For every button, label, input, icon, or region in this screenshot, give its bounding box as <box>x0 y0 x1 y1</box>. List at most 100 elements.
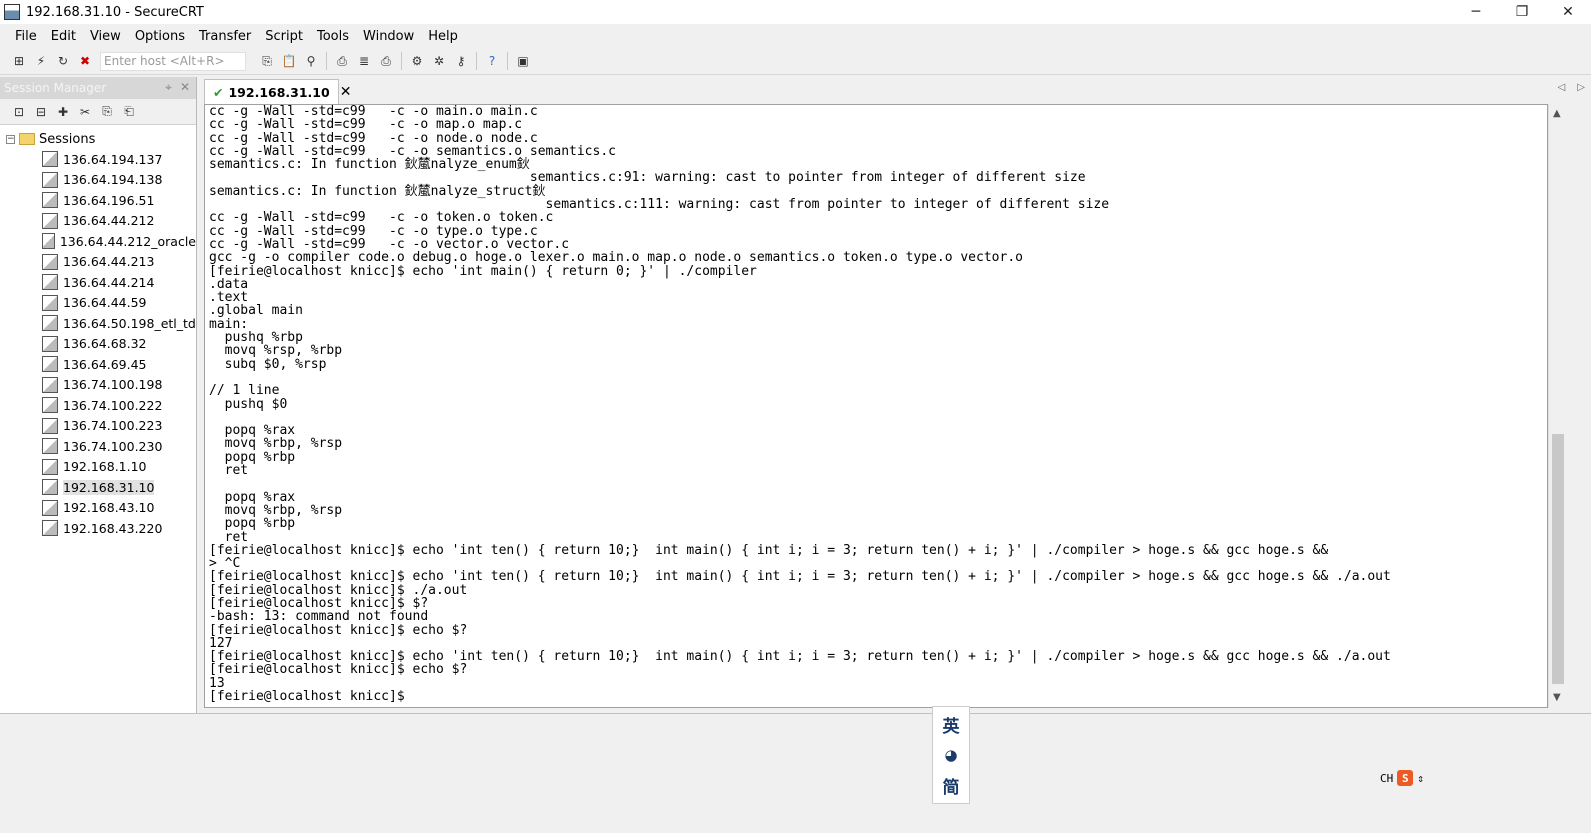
session-item[interactable]: 136.74.100.230 <box>0 436 196 457</box>
session-icon <box>42 294 58 311</box>
session-label: 136.74.100.222 <box>63 397 163 413</box>
ime-halfwidth-icon[interactable]: ◕ <box>944 746 957 764</box>
session-label: 136.64.196.51 <box>63 192 155 208</box>
terminal-line: pushq $0 <box>209 396 288 412</box>
connected-check-icon: ✔ <box>213 84 224 100</box>
copy-session-icon[interactable]: ⎘ <box>98 103 116 121</box>
close-tab-icon[interactable]: ✕ <box>340 84 352 100</box>
sessions-root-folder[interactable]: − Sessions <box>0 129 196 149</box>
terminal-line: .global main <box>209 303 303 319</box>
session-item[interactable]: 192.168.1.10 <box>0 457 196 478</box>
terminal-line: [feirie@localhost knicc]$ echo 'int ten(… <box>209 649 1391 665</box>
terminal-line: [feirie@localhost knicc]$ <box>209 689 413 705</box>
session-item[interactable]: 136.64.196.51 <box>0 190 196 211</box>
scroll-up-icon[interactable]: ▲ <box>1553 108 1561 119</box>
print-setup-icon[interactable]: ⎙ <box>377 52 395 70</box>
collapse-icon[interactable]: − <box>6 134 15 144</box>
securecrt-app-icon <box>4 4 20 20</box>
global-options-icon[interactable]: ✲ <box>430 52 448 70</box>
session-item[interactable]: 136.64.69.45 <box>0 354 196 375</box>
window-layout-icon[interactable]: ▣ <box>514 52 532 70</box>
session-item[interactable]: 136.64.194.138 <box>0 170 196 191</box>
menu-window[interactable]: Window <box>356 29 421 44</box>
connect-session-icon[interactable]: ⊡ <box>10 103 28 121</box>
session-item[interactable]: 136.64.68.32 <box>0 334 196 355</box>
scroll-down-icon[interactable]: ▼ <box>1553 692 1561 703</box>
tab-scroll-left-icon[interactable]: ◁ <box>1558 82 1566 93</box>
session-item[interactable]: 136.64.44.212 <box>0 211 196 232</box>
menu-help[interactable]: Help <box>421 29 465 44</box>
menu-file[interactable]: File <box>8 29 44 44</box>
session-item[interactable]: 136.64.50.198_etl_td <box>0 313 196 334</box>
sogou-ime-icon: S <box>1397 770 1414 786</box>
ime-english-mode-icon[interactable]: 英 <box>943 712 960 737</box>
close-window-button[interactable]: ✕ <box>1545 0 1591 24</box>
menu-options[interactable]: Options <box>128 29 192 44</box>
terminal-line: cc -g -Wall -std=c99 -c -o token.o token… <box>209 210 554 226</box>
session-item[interactable]: 192.168.43.10 <box>0 498 196 519</box>
sessions-root-label: Sessions <box>39 131 96 147</box>
session-item[interactable]: 136.64.44.212_oracle <box>0 231 196 252</box>
menu-transfer[interactable]: Transfer <box>192 29 258 44</box>
quick-connect-icon[interactable]: ⚡ <box>32 52 50 70</box>
terminal-line: [feirie@localhost knicc]$ echo 'int main… <box>209 263 757 279</box>
session-item[interactable]: 192.168.43.220 <box>0 518 196 539</box>
menu-tools[interactable]: Tools <box>310 29 356 44</box>
copy-icon[interactable]: ⎘ <box>258 52 276 70</box>
ime-simplified-icon[interactable]: 简 <box>943 773 960 798</box>
session-manager-panel: Session Manager ⌖ ✕ ⊡ ⊟ ✚ ✂ ⎘ ⎗ − Sessio… <box>0 77 197 713</box>
session-item[interactable]: 136.74.100.198 <box>0 375 196 396</box>
session-options-icon[interactable]: ⚙ <box>408 52 426 70</box>
session-item-selected[interactable]: 192.168.31.10 <box>0 477 196 498</box>
terminal-line: semantics.c:91: warning: cast to pointer… <box>209 170 1086 186</box>
connect-tab-icon[interactable]: ⊟ <box>32 103 50 121</box>
close-panel-icon[interactable]: ✕ <box>180 80 190 95</box>
terminal-output[interactable]: cc -g -Wall -std=c99 -c -o main.o main.c… <box>204 104 1548 708</box>
session-item[interactable]: 136.64.194.137 <box>0 149 196 170</box>
menu-script[interactable]: Script <box>258 29 310 44</box>
find-icon[interactable]: ⚲ <box>302 52 320 70</box>
terminal-line: -bash: 13: command not found <box>209 609 429 625</box>
session-label: 192.168.1.10 <box>63 459 147 475</box>
restore-button[interactable]: ❐ <box>1499 0 1545 24</box>
session-item[interactable]: 136.64.44.59 <box>0 293 196 314</box>
main-toolbar: ⊞ ⚡ ↻ ✖ ⎘ 📋 ⚲ ⎙ ≣ ⎙ ⚙ ✲ ⚷ ? ▣ <box>0 48 1591 75</box>
session-item[interactable]: 136.64.44.214 <box>0 272 196 293</box>
key-map-icon[interactable]: ⚷ <box>452 52 470 70</box>
tab-scroll-right-icon[interactable]: ▷ <box>1577 82 1585 93</box>
tab-navigation: ◁ ▷ <box>1558 82 1585 93</box>
print-icon[interactable]: ⎙ <box>333 52 351 70</box>
tab-192-168-31-10[interactable]: ✔ 192.168.31.10 ✕ <box>204 79 351 104</box>
terminal-line: popq %rbp <box>209 449 296 465</box>
session-item[interactable]: 136.74.100.222 <box>0 395 196 416</box>
session-item[interactable]: 136.64.44.213 <box>0 252 196 273</box>
connect-icon[interactable]: ⊞ <box>10 52 28 70</box>
paste-session-icon[interactable]: ⎗ <box>120 103 138 121</box>
session-icon <box>42 458 58 475</box>
ime-language-indicator[interactable]: CH S ⇕ <box>1380 770 1424 786</box>
session-tab-bar: ✔ 192.168.31.10 ✕ ◁ ▷ <box>198 77 1591 104</box>
cut-icon[interactable]: ✂ <box>76 103 94 121</box>
terminal-line: [feirie@localhost knicc]$ echo $? <box>209 662 468 678</box>
menu-view[interactable]: View <box>83 29 128 44</box>
minimize-button[interactable]: ─ <box>1453 0 1499 24</box>
scroll-thumb[interactable] <box>1552 434 1564 684</box>
session-label: 136.64.44.214 <box>63 274 155 290</box>
terminal-scrollbar[interactable]: ▲ ▼ <box>1548 104 1566 708</box>
session-label: 192.168.43.220 <box>63 520 163 536</box>
print-selection-icon[interactable]: ≣ <box>355 52 373 70</box>
enter-host-input[interactable] <box>100 51 246 71</box>
session-item[interactable]: 136.74.100.223 <box>0 416 196 437</box>
disconnect-icon[interactable]: ✖ <box>76 52 94 70</box>
terminal-line: ret <box>209 529 249 545</box>
menu-edit[interactable]: Edit <box>44 29 83 44</box>
terminal-line: cc -g -Wall -std=c99 -c -o vector.o vect… <box>209 236 570 252</box>
paste-icon[interactable]: 📋 <box>280 52 298 70</box>
help-icon[interactable]: ? <box>483 52 501 70</box>
window-title: 192.168.31.10 - SecureCRT <box>26 4 204 20</box>
new-session-icon[interactable]: ✚ <box>54 103 72 121</box>
reconnect-icon[interactable]: ↻ <box>54 52 72 70</box>
pin-icon[interactable]: ⌖ <box>165 80 172 95</box>
